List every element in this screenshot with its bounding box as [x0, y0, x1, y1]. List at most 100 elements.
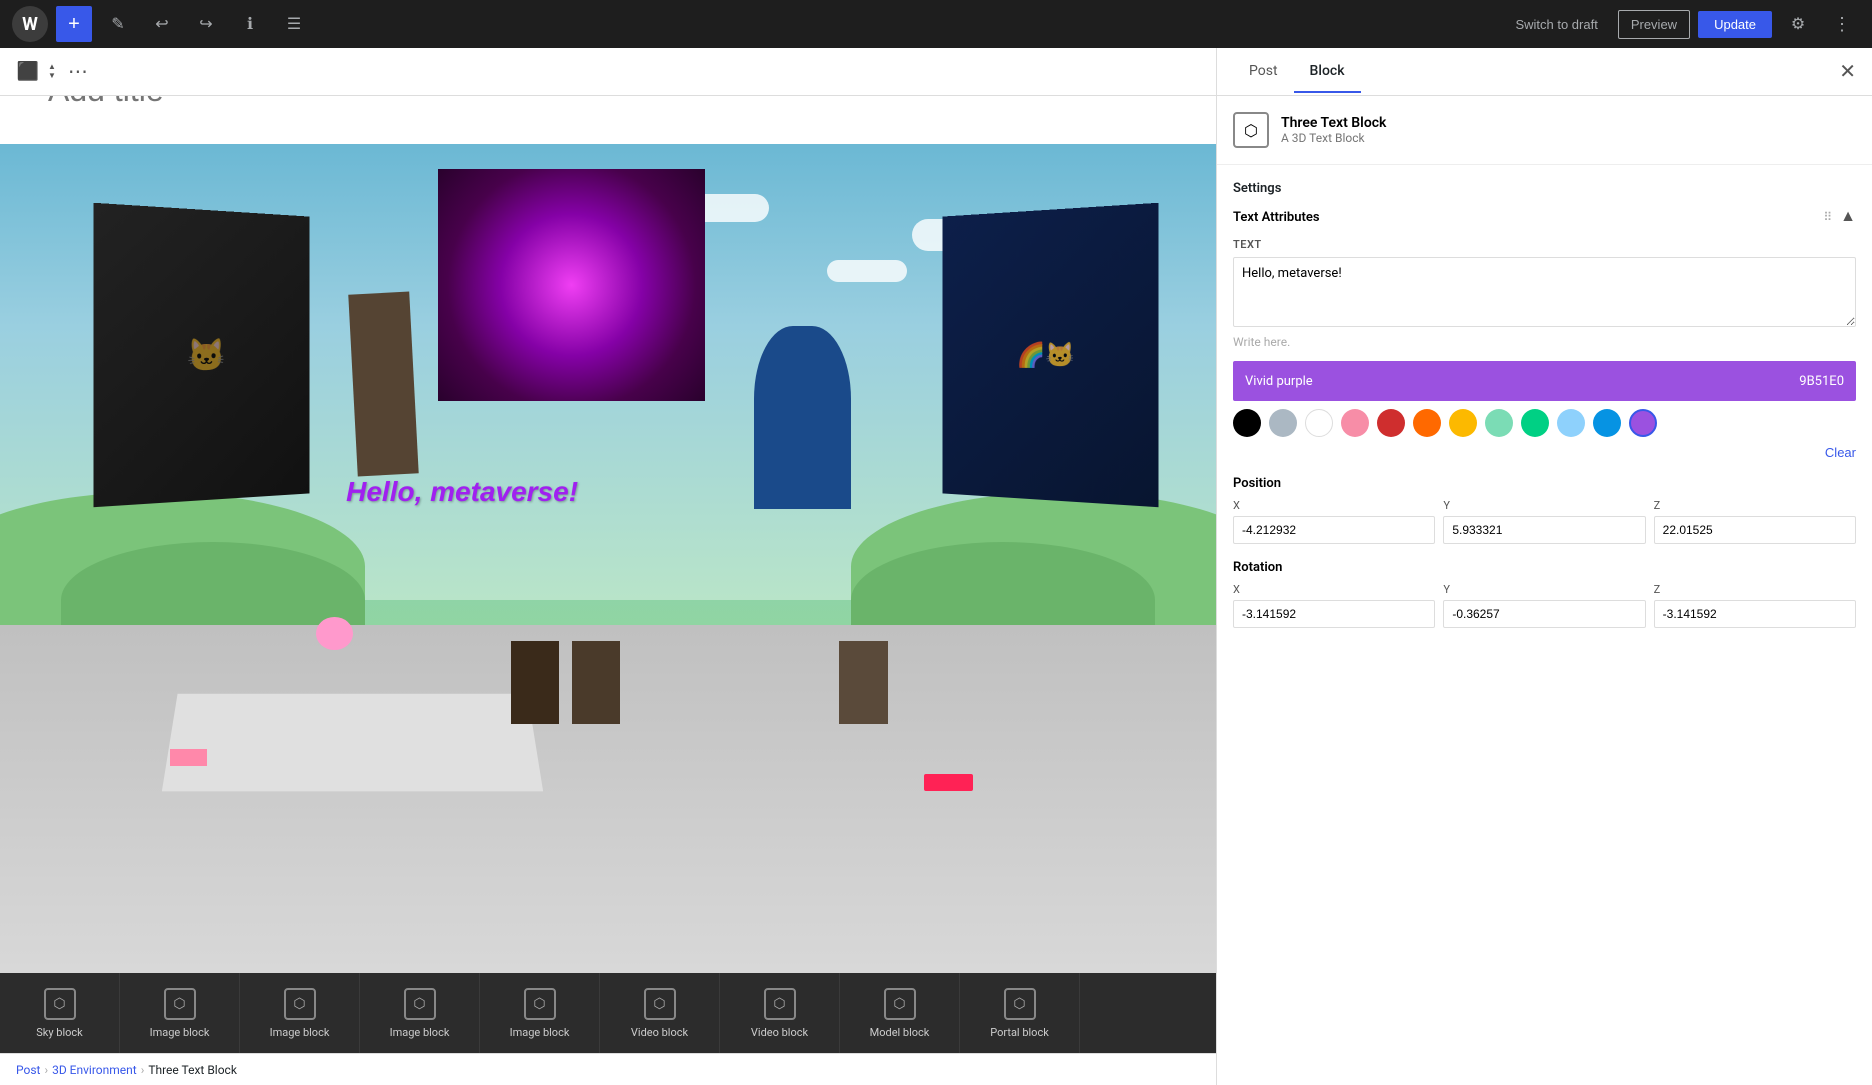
block-item-image-2[interactable]: ⬡ Image block: [240, 973, 360, 1053]
position-section: Position X Y Z: [1233, 476, 1856, 544]
rot-z-input[interactable]: [1654, 600, 1856, 628]
video-block-icon-2: ⬡: [764, 988, 796, 1020]
breadcrumb-env[interactable]: 3D Environment: [52, 1063, 137, 1077]
color-light-green[interactable]: [1485, 409, 1513, 437]
undo-button[interactable]: ↩: [144, 6, 180, 42]
redo-button[interactable]: ↪: [188, 6, 224, 42]
tab-post[interactable]: Post: [1233, 51, 1294, 93]
model-block-icon: ⬡: [884, 988, 916, 1020]
color-white[interactable]: [1305, 409, 1333, 437]
block-mover[interactable]: ▲ ▼: [48, 63, 56, 80]
color-pale-pink[interactable]: [1341, 409, 1369, 437]
color-gray[interactable]: [1269, 409, 1297, 437]
block-header: ⬡ Three Text Block A 3D Text Block: [1217, 96, 1872, 165]
block-bar: ⬡ Sky block ⬡ Image block ⬡ Image block …: [0, 973, 1216, 1053]
shelf-3: [839, 641, 888, 724]
white-platform: [162, 694, 543, 792]
list-view-button[interactable]: ☰: [276, 6, 312, 42]
pos-x-label: X: [1233, 499, 1435, 512]
more-options-button[interactable]: ⋮: [1824, 6, 1860, 42]
text-attributes-title: Text Attributes: [1233, 210, 1320, 225]
image-block-label-1: Image block: [150, 1026, 210, 1039]
rotation-section: Rotation X Y Z: [1233, 560, 1856, 628]
rot-y-label: Y: [1443, 583, 1645, 596]
settings-button[interactable]: ⚙: [1780, 6, 1816, 42]
main-toolbar: W + ✎ ↩ ↪ ℹ ☰ Switch to draft Preview Up…: [0, 0, 1872, 48]
3d-scene[interactable]: Hello, metaverse! 🐱 🌈🐱: [0, 144, 1216, 973]
image-panel-right: 🌈🐱: [943, 203, 1159, 508]
sky-block-icon: ⬡: [44, 988, 76, 1020]
text-attributes-header: Text Attributes ⠿ ▲: [1233, 208, 1856, 226]
block-item-video-2[interactable]: ⬡ Video block: [720, 973, 840, 1053]
block-item-model[interactable]: ⬡ Model block: [840, 973, 960, 1053]
panel-body: Settings Text Attributes ⠿ ▲ TEXT Hello,…: [1217, 165, 1872, 1085]
pos-z-input[interactable]: [1654, 516, 1856, 544]
update-button[interactable]: Update: [1698, 11, 1772, 38]
video-block-label-2: Video block: [751, 1026, 808, 1039]
text-attributes-drag-icon[interactable]: ⠿: [1823, 210, 1832, 224]
switch-draft-button[interactable]: Switch to draft: [1503, 11, 1609, 38]
hello-metaverse-text: Hello, metaverse!: [346, 476, 578, 508]
pink-sphere: [316, 617, 352, 650]
wordpress-logo[interactable]: W: [12, 6, 48, 42]
cloud-4: [827, 260, 907, 282]
block-item-image-4[interactable]: ⬡ Image block: [480, 973, 600, 1053]
block-item-image-1[interactable]: ⬡ Image block: [120, 973, 240, 1053]
color-yellow[interactable]: [1449, 409, 1477, 437]
block-item-image-3[interactable]: ⬡ Image block: [360, 973, 480, 1053]
breadcrumb-sep-1: ›: [44, 1063, 48, 1077]
editor-canvas: Hello, metaverse! 🐱 🌈🐱: [0, 48, 1216, 1053]
block-item-video-1[interactable]: ⬡ Video block: [600, 973, 720, 1053]
add-block-button[interactable]: +: [56, 6, 92, 42]
model-block-label: Model block: [870, 1026, 930, 1039]
toolbar-right: Switch to draft Preview Update ⚙ ⋮: [1503, 6, 1860, 42]
info-button[interactable]: ℹ: [232, 6, 268, 42]
rotation-inputs: X Y Z: [1233, 583, 1856, 628]
block-toolbar: ⬛ ▲ ▼ ⋯: [0, 48, 1216, 96]
rot-x-group: X: [1233, 583, 1435, 628]
active-color-hex: 9B51E0: [1799, 374, 1844, 389]
rot-x-input[interactable]: [1233, 600, 1435, 628]
color-vivid-purple[interactable]: [1629, 409, 1657, 437]
image-block-icon-1: ⬡: [164, 988, 196, 1020]
sky-block-label: Sky block: [36, 1026, 83, 1039]
settings-section-title: Settings: [1233, 181, 1856, 196]
color-pale-blue[interactable]: [1557, 409, 1585, 437]
pink-item: [170, 749, 206, 766]
pos-y-group: Y: [1443, 499, 1645, 544]
tab-block[interactable]: Block: [1294, 51, 1361, 93]
pos-y-input[interactable]: [1443, 516, 1645, 544]
image-block-icon-4: ⬡: [524, 988, 556, 1020]
edit-button[interactable]: ✎: [100, 6, 136, 42]
text-attributes-collapse-button[interactable]: ▲: [1840, 208, 1856, 226]
breadcrumb: Post › 3D Environment › Three Text Block: [0, 1053, 1216, 1085]
active-color-name: Vivid purple: [1245, 374, 1313, 389]
shelf-1: [511, 641, 560, 724]
color-vivid-blue[interactable]: [1593, 409, 1621, 437]
breadcrumb-sep-2: ›: [141, 1063, 145, 1077]
color-black[interactable]: [1233, 409, 1261, 437]
video-block-icon-1: ⬡: [644, 988, 676, 1020]
block-item-portal[interactable]: ⬡ Portal block: [960, 973, 1080, 1053]
breadcrumb-current: Three Text Block: [148, 1063, 237, 1077]
right-panel: Post Block ✕ ⬡ Three Text Block A 3D Tex…: [1216, 48, 1872, 1085]
pos-x-input[interactable]: [1233, 516, 1435, 544]
panel-close-button[interactable]: ✕: [1839, 59, 1856, 84]
color-vivid-red[interactable]: [1377, 409, 1405, 437]
color-orange[interactable]: [1413, 409, 1441, 437]
color-vivid-green[interactable]: [1521, 409, 1549, 437]
pos-x-group: X: [1233, 499, 1435, 544]
preview-button[interactable]: Preview: [1618, 10, 1690, 39]
shelf-2: [572, 641, 621, 724]
text-input[interactable]: Hello, metaverse!: [1233, 257, 1856, 327]
breadcrumb-post[interactable]: Post: [16, 1063, 40, 1077]
rotation-title: Rotation: [1233, 560, 1856, 575]
rot-x-label: X: [1233, 583, 1435, 596]
active-color-swatch[interactable]: Vivid purple 9B51E0: [1233, 361, 1856, 401]
block-options-button[interactable]: ⋯: [64, 55, 92, 88]
block-item-sky[interactable]: ⬡ Sky block: [0, 973, 120, 1053]
rot-y-input[interactable]: [1443, 600, 1645, 628]
portal-block-icon: ⬡: [1004, 988, 1036, 1020]
clear-color-button[interactable]: Clear: [1233, 445, 1856, 460]
image-block-label-4: Image block: [510, 1026, 570, 1039]
